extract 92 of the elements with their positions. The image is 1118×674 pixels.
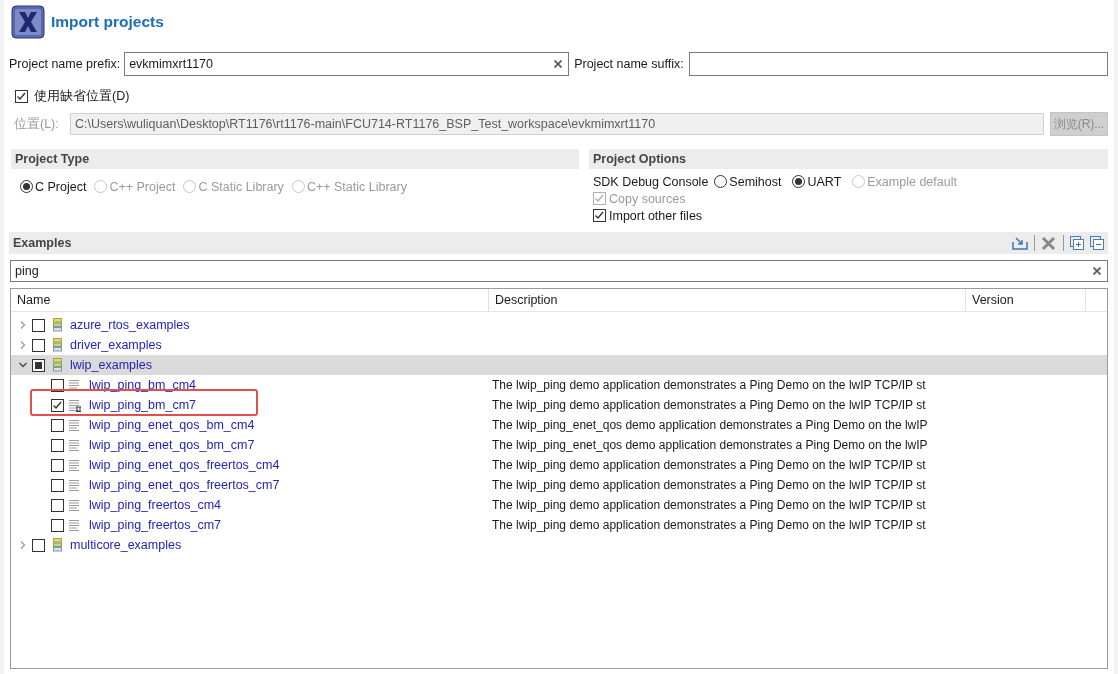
example-name: lwip_ping_freertos_cm4 (89, 498, 221, 512)
tree-row[interactable]: driver_examples (11, 335, 1107, 355)
description-text: The lwip_ping demo application demonstrates a Ping Demo on the lwIP TCP/IP st (492, 518, 926, 532)
suffix-field[interactable] (688, 52, 1108, 76)
app-logo-icon (11, 5, 45, 39)
example-name: lwip_ping_freertos_cm7 (89, 518, 221, 532)
tree-row[interactable]: lwip_ping_freertos_cm7 The lwip_ping demo application demonstrates a Ping Demo on the lwIP TCP/IP st (11, 515, 1107, 535)
tree-row[interactable]: lwip_ping_enet_qos_freertos_cm4 The lwip_ping demo application demonstrates a Ping Demo on the lwIP TCP/IP st (11, 455, 1107, 475)
document-lines-icon (69, 378, 81, 392)
checkbox-label: 使用缺省位置(D) (34, 87, 130, 105)
document-lines-badge-icon (69, 398, 81, 412)
tree-checkbox[interactable] (32, 538, 45, 552)
collapse-all-icon[interactable] (1090, 236, 1104, 250)
section-title: Examples (13, 236, 72, 250)
suffix-label: Project name suffix: (574, 57, 684, 71)
import-icon[interactable] (1012, 236, 1028, 250)
tree-checkbox[interactable] (32, 318, 45, 332)
folder-name: azure_rtos_examples (70, 318, 190, 332)
example-name: lwip_ping_bm_cm4 (89, 378, 196, 392)
tree-row[interactable]: lwip_ping_bm_cm7 The lwip_ping demo application demonstrates a Ping Demo on the lwIP TCP/IP st (11, 395, 1107, 415)
document-lines-icon (69, 458, 81, 472)
library-icon (53, 338, 62, 352)
radio-button[interactable] (792, 175, 806, 188)
tree-row[interactable]: lwip_ping_bm_cm4 The lwip_ping demo application demonstrates a Ping Demo on the lwIP TCP/IP st (11, 375, 1107, 395)
tree-checkbox[interactable] (51, 458, 64, 472)
tree-checkbox[interactable] (51, 478, 64, 492)
window-title: Import projects (51, 13, 164, 31)
prefix-field[interactable]: evkmimxrt1170 (124, 52, 570, 76)
radio-label: C++ Static Library (306, 179, 407, 194)
radio-label: C Static Library (198, 179, 284, 194)
description-text: The lwip_ping_enet_qos demo application demonstrates a Ping Demo on the lwIP (492, 418, 928, 432)
section-header: Project Options (589, 149, 1108, 169)
expand-all-icon[interactable] (1070, 236, 1084, 250)
tree-row[interactable]: lwip_examples (11, 355, 1107, 375)
tree-row[interactable]: lwip_ping_enet_qos_bm_cm7 The lwip_ping_enet_qos demo application demonstrates a Ping Demo on the lwIP (11, 435, 1107, 455)
filter-field[interactable]: ping (10, 260, 1108, 282)
tree-checkbox[interactable] (51, 418, 64, 432)
tree-checkbox[interactable] (51, 498, 64, 512)
tree-checkbox[interactable] (51, 518, 64, 532)
document-lines-icon (69, 498, 81, 512)
radio-label: Example default (867, 174, 957, 189)
description-text: The lwip_ping demo application demonstrates a Ping Demo on the lwIP TCP/IP st (492, 478, 926, 492)
tree-checkbox[interactable] (51, 438, 64, 452)
checkbox-label: Copy sources (609, 191, 686, 206)
folder-name: multicore_examples (70, 538, 182, 552)
example-name: lwip_ping_enet_qos_freertos_cm7 (89, 478, 280, 492)
clear-icon[interactable] (554, 60, 563, 68)
radio-button[interactable] (20, 180, 33, 193)
section-header: Project Type (11, 149, 579, 169)
chevron-down-icon[interactable] (19, 361, 27, 369)
example-name: lwip_ping_enet_qos_bm_cm4 (89, 418, 255, 432)
description-text: The lwip_ping demo application demonstrates a Ping Demo on the lwIP TCP/IP st (492, 458, 926, 472)
debug-console-label: SDK Debug Console (593, 174, 709, 189)
tree-row[interactable]: multicore_examples (11, 535, 1107, 555)
tree-row[interactable]: lwip_ping_freertos_cm4 The lwip_ping demo application demonstrates a Ping Demo on the lwIP TCP/IP st (11, 495, 1107, 515)
prefix-label: Project name prefix: (9, 57, 121, 71)
folder-name: driver_examples (70, 338, 162, 352)
remove-icon[interactable] (1041, 235, 1057, 251)
example-name: lwip_ping_bm_cm7 (89, 398, 196, 412)
description-text: The lwip_ping demo application demonstrates a Ping Demo on the lwIP TCP/IP st (492, 398, 926, 412)
checkbox[interactable] (15, 89, 28, 103)
example-name: lwip_ping_enet_qos_freertos_cm4 (89, 458, 280, 472)
radio-label: UART (807, 174, 842, 189)
library-icon (53, 318, 62, 332)
example-name: lwip_ping_enet_qos_bm_cm7 (89, 438, 255, 452)
description-text: The lwip_ping_enet_qos demo application demonstrates a Ping Demo on the lwIP (492, 438, 928, 452)
tree-checkbox[interactable] (32, 358, 45, 372)
location-label: 位置(L): (14, 115, 60, 133)
clear-icon[interactable] (1093, 267, 1101, 275)
column-header[interactable]: Name (11, 289, 489, 311)
column-header[interactable]: Version (966, 289, 1086, 311)
document-lines-icon (69, 418, 81, 432)
description-text: The lwip_ping demo application demonstrates a Ping Demo on the lwIP TCP/IP st (492, 498, 926, 512)
tree-row[interactable]: lwip_ping_enet_qos_freertos_cm7 The lwip_ping demo application demonstrates a Ping Demo on the lwIP TCP/IP st (11, 475, 1107, 495)
checkbox-label: Import other files (609, 208, 703, 223)
document-lines-icon (69, 438, 81, 452)
document-lines-icon (69, 518, 81, 532)
library-icon (53, 358, 62, 372)
checkbox[interactable] (593, 209, 606, 222)
radio-button[interactable] (714, 175, 728, 188)
column-header[interactable]: Description (489, 289, 966, 311)
document-lines-icon (69, 478, 81, 492)
tree-row[interactable]: azure_rtos_examples (11, 315, 1107, 335)
description-text: The lwip_ping demo application demonstrates a Ping Demo on the lwIP TCP/IP st (492, 378, 926, 392)
tree-checkbox[interactable] (51, 398, 64, 412)
folder-name: lwip_examples (70, 358, 152, 372)
radio-label: C Project (35, 179, 87, 194)
radio-label: C++ Project (109, 179, 176, 194)
tree-checkbox[interactable] (32, 338, 45, 352)
radio-label: Semihost (729, 174, 782, 189)
library-icon (53, 538, 62, 552)
tree-row[interactable]: lwip_ping_enet_qos_bm_cm4 The lwip_ping_enet_qos demo application demonstrates a Ping Demo on the lwIP (11, 415, 1107, 435)
